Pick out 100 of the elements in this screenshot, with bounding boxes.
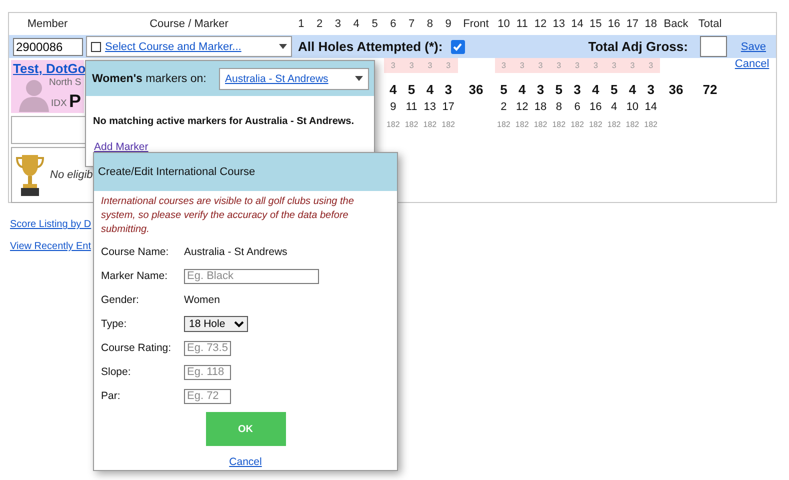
yardage: 182 <box>440 119 456 131</box>
hole-number: 9 <box>444 18 452 30</box>
caret-icon <box>355 76 363 81</box>
column-header: Front <box>462 18 490 30</box>
score-hint: 3 <box>642 58 660 73</box>
field-label: Slope: <box>101 366 132 378</box>
type-select[interactable]: 18 Hole <box>184 316 248 332</box>
field-value: Australia - St Andrews <box>184 246 288 258</box>
hole-number: 1 <box>297 18 306 30</box>
score-hint: 3 <box>494 58 513 73</box>
member-name-link[interactable]: Test, DotGo <box>13 61 86 76</box>
score-hint: 3 <box>402 58 421 73</box>
score-hint: 3 <box>623 58 642 73</box>
hole-number: 14 <box>570 18 584 30</box>
score-hint: 3 <box>420 58 440 73</box>
field-label: Course Name: <box>101 246 170 258</box>
hole-number: 15 <box>588 18 603 30</box>
par-value: 3 <box>536 81 546 99</box>
stroke-index: 14 <box>644 100 658 115</box>
par-value: 3 <box>444 81 453 99</box>
score-hint: 3 <box>512 58 532 73</box>
stroke-index: 18 <box>533 100 548 115</box>
total-score: 72 <box>702 81 718 99</box>
par-value: 5 <box>554 81 564 99</box>
stroke-index: 10 <box>625 100 640 115</box>
par-value: 3 <box>646 81 656 99</box>
yardage: 182 <box>570 119 585 131</box>
page-link[interactable]: Score Listing by D <box>10 219 92 230</box>
page-link[interactable]: View Recently Ent <box>10 241 91 252</box>
hole-number: 16 <box>606 18 622 30</box>
par-value: 4 <box>628 81 638 99</box>
total-adj-gross-field[interactable] <box>700 36 727 57</box>
field-label: Gender: <box>101 294 140 306</box>
column-header: Member <box>26 18 69 30</box>
stroke-index: 16 <box>588 100 603 115</box>
all-holes-checkbox[interactable] <box>450 40 465 54</box>
score-hint: 3 <box>384 58 402 73</box>
yardage: 182 <box>588 119 604 131</box>
add-marker-link[interactable]: Add Marker <box>94 141 148 153</box>
input-field[interactable]: Eg. Black <box>184 268 319 284</box>
save-link[interactable]: Save <box>740 40 766 52</box>
par-value: 4 <box>425 81 435 99</box>
score-hint: 3 <box>568 58 586 73</box>
stroke-index: 12 <box>514 100 530 115</box>
input-field[interactable]: Eg. 72 <box>184 388 231 404</box>
hole-number: 17 <box>625 18 640 30</box>
course-select[interactable]: Select Course and Marker... <box>86 36 292 57</box>
all-holes-label: All Holes Attempted (*): <box>298 39 443 54</box>
back-total: 36 <box>668 81 684 99</box>
score-hint: 3 <box>586 58 605 73</box>
column-header: Total <box>697 18 723 30</box>
trophy-note: No eligib <box>50 169 93 181</box>
dialog-cancel-link[interactable]: Cancel <box>94 456 397 468</box>
hole-number: 6 <box>389 18 398 30</box>
hole-number: 5 <box>370 18 379 30</box>
hole-number: 7 <box>407 18 416 30</box>
par-value: 5 <box>499 81 508 99</box>
field-label: Marker Name: <box>101 270 169 282</box>
yardage: 182 <box>496 119 512 131</box>
no-markers-message: No matching active markers for Australia - St Andrews. <box>93 116 356 127</box>
yardage: 182 <box>385 119 401 131</box>
select-course-link[interactable]: Select Course and Marker... <box>105 40 242 52</box>
stroke-index: 2 <box>500 100 508 115</box>
hole-number: 11 <box>515 18 529 30</box>
stroke-index: 9 <box>389 100 398 115</box>
stroke-index: 6 <box>573 100 582 115</box>
handicap-index: P <box>69 91 82 112</box>
column-header: Course / Marker <box>148 18 230 30</box>
yardage: 182 <box>606 119 622 131</box>
dialog-note: International courses are visible to all golf clubs using the system, so please verify the accuracy of the data before submitting. <box>101 195 355 237</box>
cancel-link[interactable]: Cancel <box>734 58 770 70</box>
hole-number: 12 <box>533 18 548 30</box>
trophy-icon <box>16 153 44 197</box>
input-field[interactable]: Eg. 118 <box>184 364 231 380</box>
yardage: 182 <box>404 119 420 131</box>
popup-title: Women's markers on: <box>92 72 206 84</box>
yardage: 182 <box>514 119 530 131</box>
yardage: 182 <box>624 119 640 131</box>
score-hint: 3 <box>439 58 458 73</box>
yardage: 182 <box>551 119 567 131</box>
par-value: 3 <box>572 81 582 99</box>
yardage: 182 <box>532 119 548 131</box>
idx-label: IDX <box>51 98 67 109</box>
club-name: North S <box>49 77 82 88</box>
hole-number: 3 <box>334 18 342 30</box>
member-id-field[interactable]: 2900086 <box>13 38 83 56</box>
score-hint: 3 <box>531 58 550 73</box>
hole-number: 4 <box>352 18 360 30</box>
yardage: 182 <box>643 119 659 131</box>
dialog-title: Create/Edit International Course <box>94 153 397 191</box>
hole-number: 13 <box>552 18 566 30</box>
score-hint: 3 <box>550 58 568 73</box>
par-value: 4 <box>517 81 527 99</box>
input-field[interactable]: Eg. 73.5 <box>184 340 231 356</box>
stroke-index: 13 <box>422 100 438 115</box>
par-value: 5 <box>609 81 619 99</box>
checkbox[interactable] <box>91 42 101 52</box>
hole-number: 8 <box>426 18 434 30</box>
yardage: 182 <box>422 119 438 131</box>
course-dropdown[interactable]: Australia - St Andrews <box>219 68 369 90</box>
